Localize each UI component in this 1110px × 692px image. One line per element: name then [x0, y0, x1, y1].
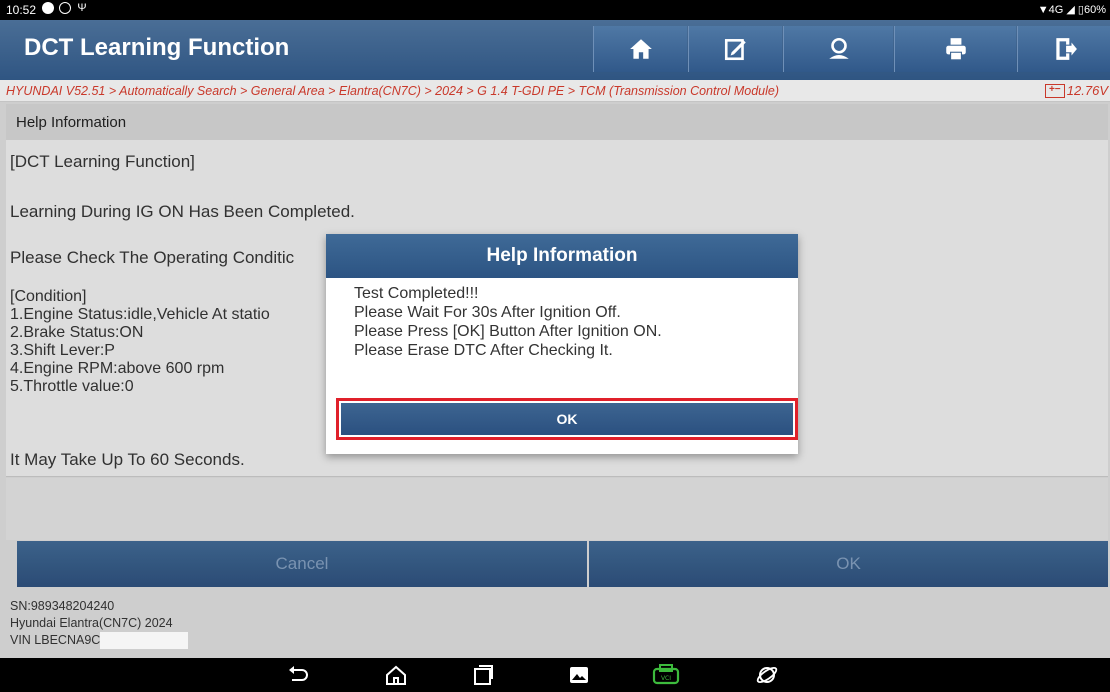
help-dialog: Help Information Test Completed!!! Pleas… — [326, 234, 798, 454]
status-time: 10:52 — [6, 3, 37, 17]
dialog-ok-button[interactable]: OK — [341, 403, 793, 435]
svg-text:VCI: VCI — [661, 675, 671, 682]
status-bar: 10:52 Ψ ▼4G ◢ ▯60% — [0, 0, 1110, 20]
signal-label: 4G — [1048, 4, 1064, 16]
cell-signal-icon: ◢ — [1066, 4, 1075, 16]
dialog-line: Test Completed!!! — [354, 285, 479, 302]
back-icon[interactable] — [286, 664, 310, 686]
browser-icon[interactable] — [755, 664, 779, 686]
navigation-bar: VCI — [0, 658, 1110, 692]
notification-icon — [42, 2, 54, 14]
app-header: DCT Learning Function — [0, 20, 1110, 80]
page-title: DCT Learning Function — [24, 34, 290, 61]
home-nav-icon[interactable] — [384, 664, 408, 686]
usb-icon: Ψ — [77, 2, 87, 14]
screenshot-icon[interactable] — [567, 664, 591, 686]
settings-status-icon — [59, 2, 71, 14]
battery-level: 60% — [1083, 4, 1106, 16]
recents-icon[interactable] — [471, 664, 495, 686]
home-button[interactable] — [593, 26, 687, 72]
dialog-message: Test Completed!!! Please Wait For 30s Af… — [354, 284, 662, 360]
edit-button[interactable] — [688, 26, 782, 72]
edit-icon — [724, 39, 746, 61]
dialog-line: Please Erase DTC After Checking It. — [354, 342, 613, 359]
exit-icon — [1055, 38, 1077, 60]
user-button[interactable] — [783, 26, 893, 72]
vci-icon[interactable]: VCI — [651, 664, 681, 686]
status-right: ▼4G ◢ ▯60% — [1038, 3, 1106, 16]
dialog-line: Please Wait For 30s After Ignition Off. — [354, 304, 621, 321]
print-icon — [945, 38, 966, 61]
home-icon — [629, 39, 652, 59]
dialog-title: Help Information — [326, 234, 798, 278]
exit-button[interactable] — [1017, 26, 1110, 72]
user-icon — [828, 37, 849, 59]
print-button[interactable] — [894, 26, 1016, 72]
dialog-line: Please Press [OK] Button After Ignition … — [354, 323, 662, 340]
ok-highlight: OK — [336, 398, 798, 440]
wifi-icon: ▼ — [1037, 4, 1049, 16]
